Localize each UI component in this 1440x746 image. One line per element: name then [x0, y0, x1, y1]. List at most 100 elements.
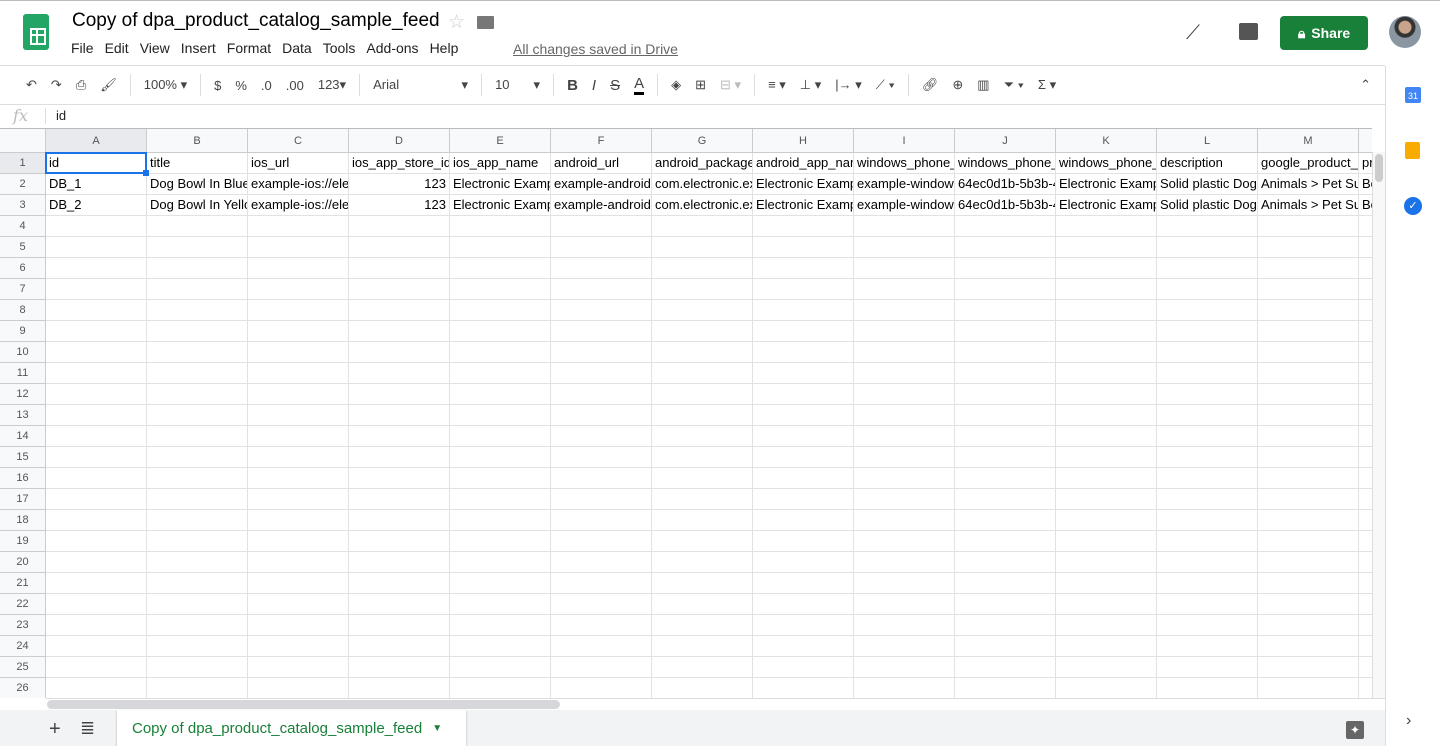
menu-addons[interactable]: Add-ons	[366, 40, 418, 56]
menu-insert[interactable]: Insert	[181, 40, 216, 56]
cell[interactable]	[551, 531, 652, 552]
italic-button[interactable]: I	[592, 77, 596, 94]
column-header[interactable]	[1359, 129, 1372, 153]
cell[interactable]	[147, 237, 248, 258]
cell[interactable]	[1258, 321, 1359, 342]
cell[interactable]	[46, 300, 147, 321]
cell[interactable]	[46, 405, 147, 426]
cell[interactable]	[46, 489, 147, 510]
cell[interactable]	[854, 657, 955, 678]
cell[interactable]	[1359, 258, 1372, 279]
cell[interactable]	[1258, 384, 1359, 405]
row-header[interactable]: 17	[0, 489, 46, 510]
cell[interactable]	[1359, 447, 1372, 468]
cell[interactable]	[1359, 678, 1372, 698]
cell[interactable]	[854, 573, 955, 594]
cell[interactable]	[955, 678, 1056, 698]
cell[interactable]	[753, 258, 854, 279]
cell[interactable]	[551, 279, 652, 300]
cell[interactable]: Electronic Example	[753, 195, 854, 216]
cell[interactable]	[46, 279, 147, 300]
formula-input[interactable]: id	[56, 108, 66, 123]
cell[interactable]: Electronic Example	[450, 174, 551, 195]
cell[interactable]	[652, 321, 753, 342]
cell[interactable]	[854, 615, 955, 636]
cell[interactable]	[1157, 279, 1258, 300]
cell[interactable]	[349, 468, 450, 489]
cell[interactable]	[551, 447, 652, 468]
cell[interactable]: windows_phone_	[854, 153, 955, 174]
vertical-align-icon[interactable]: ⊥ ▾	[800, 77, 821, 93]
cell[interactable]	[349, 489, 450, 510]
cell[interactable]	[450, 237, 551, 258]
cell[interactable]	[349, 405, 450, 426]
cell[interactable]: Dog Bowl In Yellow	[147, 195, 248, 216]
menu-tools[interactable]: Tools	[323, 40, 356, 56]
cell[interactable]	[248, 552, 349, 573]
cell[interactable]	[854, 342, 955, 363]
menu-data[interactable]: Data	[282, 40, 312, 56]
cell[interactable]	[551, 216, 652, 237]
cell[interactable]: google_product_	[1258, 153, 1359, 174]
cell[interactable]	[349, 342, 450, 363]
calendar-icon[interactable]: 31	[1405, 87, 1421, 103]
cell[interactable]: example-android	[551, 174, 652, 195]
borders-icon[interactable]: ⊞	[695, 77, 706, 93]
cell[interactable]	[450, 216, 551, 237]
cell[interactable]	[955, 405, 1056, 426]
spreadsheet-grid[interactable]: A B C D E F G H I J K L M 1 id title ios_url ios_app_stor…	[0, 128, 1372, 698]
cell[interactable]: android_package	[652, 153, 753, 174]
column-header[interactable]: J	[955, 129, 1056, 153]
cell[interactable]	[450, 573, 551, 594]
cell[interactable]: example-ios://ele	[248, 174, 349, 195]
cell[interactable]	[147, 678, 248, 698]
cell[interactable]	[450, 531, 551, 552]
cell[interactable]	[652, 468, 753, 489]
cell[interactable]	[1258, 552, 1359, 573]
row-header[interactable]: 3	[0, 195, 46, 216]
cell[interactable]: Electronic Example	[1056, 174, 1157, 195]
cell[interactable]	[551, 405, 652, 426]
cell[interactable]	[753, 321, 854, 342]
cell[interactable]	[652, 384, 753, 405]
cell[interactable]	[753, 426, 854, 447]
cell[interactable]	[753, 300, 854, 321]
cell[interactable]	[1258, 405, 1359, 426]
cell[interactable]: com.electronic.ex	[652, 174, 753, 195]
percent-button[interactable]: %	[235, 78, 247, 93]
cell[interactable]	[652, 489, 753, 510]
cell[interactable]	[652, 447, 753, 468]
cell[interactable]	[1258, 216, 1359, 237]
cell[interactable]	[147, 426, 248, 447]
column-header[interactable]: G	[652, 129, 753, 153]
cell[interactable]	[854, 279, 955, 300]
menu-view[interactable]: View	[140, 40, 170, 56]
cell[interactable]	[551, 678, 652, 698]
cell[interactable]	[46, 342, 147, 363]
cell[interactable]	[652, 657, 753, 678]
cell[interactable]	[1056, 321, 1157, 342]
cell[interactable]	[1056, 447, 1157, 468]
cell[interactable]	[248, 216, 349, 237]
cell[interactable]	[753, 237, 854, 258]
vertical-scroll-thumb[interactable]	[1375, 154, 1383, 182]
cell[interactable]	[1056, 405, 1157, 426]
folder-icon[interactable]	[477, 16, 494, 29]
cell[interactable]	[349, 594, 450, 615]
column-header[interactable]: L	[1157, 129, 1258, 153]
cell[interactable]	[147, 300, 248, 321]
cell[interactable]	[450, 594, 551, 615]
cell[interactable]	[1056, 468, 1157, 489]
cell[interactable]: Bo	[1359, 174, 1372, 195]
text-rotate-icon[interactable]: ⟋ ▾	[876, 77, 895, 93]
row-header[interactable]: 25	[0, 657, 46, 678]
column-header[interactable]: B	[147, 129, 248, 153]
cell[interactable]	[1157, 237, 1258, 258]
cell[interactable]	[248, 678, 349, 698]
cell[interactable]	[652, 300, 753, 321]
cell[interactable]	[753, 615, 854, 636]
cell[interactable]	[1157, 489, 1258, 510]
cell[interactable]: android_url	[551, 153, 652, 174]
cell[interactable]	[1359, 342, 1372, 363]
cell[interactable]	[753, 447, 854, 468]
